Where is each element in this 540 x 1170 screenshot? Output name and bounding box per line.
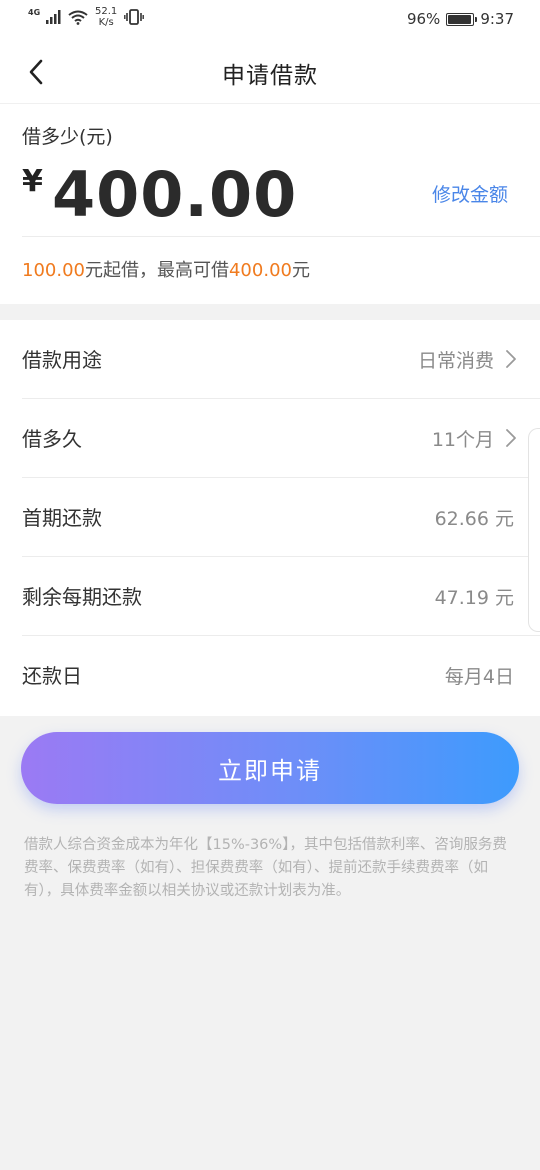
vibrate-icon <box>124 9 145 25</box>
side-drawer-handle[interactable] <box>528 428 540 632</box>
loan-limit-text: 100.00元起借，最高可借400.00元 <box>22 256 310 282</box>
min-suffix: 元起借，最高可借 <box>84 260 229 281</box>
max-amount: 400.00 <box>228 260 292 281</box>
row-value: 每月4日 <box>444 666 514 688</box>
cellular-signal-icon <box>46 10 61 24</box>
wifi-icon <box>68 10 88 25</box>
row-value: 11个月 <box>431 429 494 451</box>
network-speed-unit: K/s <box>98 17 114 28</box>
amount-divider <box>22 236 540 237</box>
status-bar: 4G 52.1 K/s 96% 9:37 <box>0 0 540 40</box>
row-repayment-day: 还款日 每月4日 <box>22 636 540 715</box>
navigation-bar: 申请借款 <box>0 40 540 104</box>
row-value: 62.66 元 <box>434 508 514 530</box>
modify-amount-link[interactable]: 修改金额 <box>432 180 508 207</box>
fee-disclaimer: 借款人综合资金成本为年化【15%-36%】，其中包括借款利率、咨询服务费费率、保… <box>24 837 507 899</box>
row-label: 借款用途 <box>22 348 102 372</box>
loan-application-screen: 4G 52.1 K/s 96% 9:37 申请借款 借多少(元) ¥ 400.0… <box>0 0 540 1170</box>
row-value: 日常消费 <box>417 350 494 372</box>
loan-amount: 400.00 <box>52 158 298 231</box>
battery-percent: 96% <box>406 10 441 28</box>
battery-icon <box>446 12 478 26</box>
row-loan-purpose[interactable]: 借款用途 日常消费 <box>22 320 540 399</box>
max-suffix: 元 <box>291 260 310 281</box>
amount-card: 借多少(元) ¥ 400.00 修改金额 100.00元起借，最高可借400.0… <box>0 104 540 304</box>
clock: 9:37 <box>480 10 514 28</box>
amount-label: 借多少(元) <box>22 126 113 148</box>
currency-symbol: ¥ <box>22 164 43 199</box>
battery-level <box>448 14 472 24</box>
status-right: 96% 9:37 <box>407 10 514 28</box>
row-loan-term[interactable]: 借多久 11个月 <box>22 399 540 478</box>
chevron-right-icon <box>506 429 516 447</box>
network-speed-value: 52.1 <box>95 6 118 17</box>
min-amount: 100.00 <box>22 260 85 281</box>
status-left: 4G 52.1 K/s <box>28 6 145 28</box>
row-label: 剩余每期还款 <box>22 585 142 609</box>
row-first-repayment: 首期还款 62.66 元 <box>22 478 540 557</box>
row-value: 47.19 元 <box>434 587 514 609</box>
row-label: 借多久 <box>22 427 82 451</box>
row-label: 还款日 <box>22 664 82 688</box>
apply-now-button[interactable]: 立即申请 <box>21 732 519 804</box>
network-type: 4G <box>28 8 41 17</box>
page-title: 申请借款 <box>222 63 318 89</box>
row-remaining-repayment: 剩余每期还款 47.19 元 <box>22 557 540 636</box>
network-speed: 52.1 K/s <box>94 6 118 28</box>
loan-details-list: 借款用途 日常消费 借多久 11个月 首期还款 62.66 元 剩余每期还款 4… <box>0 320 540 716</box>
row-label: 首期还款 <box>22 506 102 530</box>
chevron-right-icon <box>506 350 516 368</box>
